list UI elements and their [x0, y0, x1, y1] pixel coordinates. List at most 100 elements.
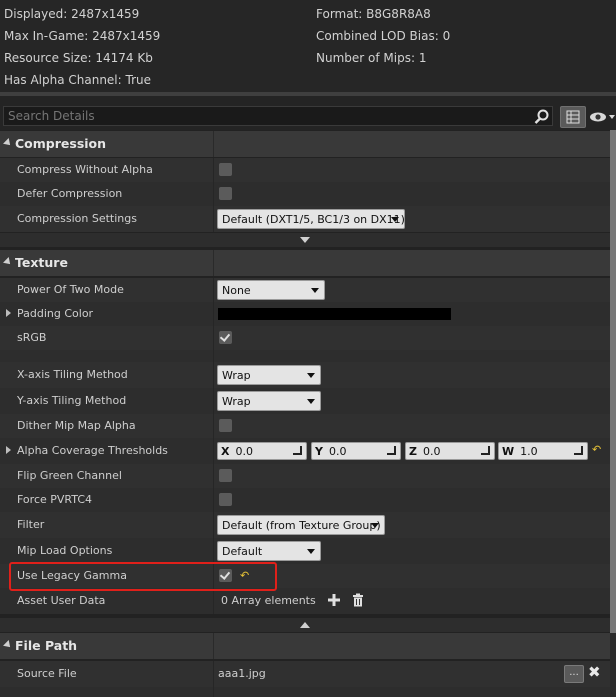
- search-details-input[interactable]: [3, 106, 553, 126]
- collapse-arrow-icon: [3, 257, 13, 267]
- property-label: sRGB: [17, 331, 47, 344]
- add-element-icon[interactable]: [327, 593, 341, 607]
- drag-handle-icon[interactable]: [387, 446, 396, 455]
- property-label: Flip Green Channel: [17, 469, 122, 482]
- srgb-checkbox[interactable]: [219, 331, 232, 344]
- property-row-spacer: [0, 350, 610, 362]
- field-value: 1.0: [520, 445, 538, 458]
- property-label: Compress Without Alpha: [17, 163, 153, 176]
- expand-arrow-icon[interactable]: [6, 446, 11, 454]
- dither-mip-checkbox[interactable]: [219, 419, 232, 432]
- category-compression[interactable]: Compression: [0, 131, 610, 157]
- property-row-x-tiling: X-axis Tiling Method Wrap: [0, 362, 610, 388]
- dropdown-value: Wrap: [222, 369, 251, 382]
- property-label: Compression Settings: [17, 212, 137, 225]
- chevron-down-icon: [391, 217, 399, 222]
- num-mips-info: Number of Mips: 1: [316, 51, 427, 65]
- details-panel: Compression Compress Without Alpha Defer…: [0, 130, 610, 697]
- category-title: Compression: [15, 136, 107, 151]
- expand-advanced-icon: [300, 237, 310, 243]
- field-value: 0.0: [328, 445, 347, 458]
- delete-all-icon[interactable]: [351, 593, 365, 607]
- property-label: X-axis Tiling Method: [17, 368, 128, 381]
- advanced-expander[interactable]: [0, 233, 610, 247]
- dropdown-value: Default (DXT1/5, BC1/3 on DX11): [222, 213, 405, 226]
- dropdown-value: Wrap: [222, 395, 251, 408]
- defer-compression-checkbox[interactable]: [219, 187, 232, 200]
- category-title: File Path: [15, 638, 78, 653]
- property-label: Source File: [17, 667, 77, 680]
- drag-handle-icon[interactable]: [293, 446, 302, 455]
- reset-to-default-icon[interactable]: ↶: [592, 443, 601, 456]
- y-tiling-dropdown[interactable]: Wrap: [217, 391, 321, 411]
- category-title: Texture: [15, 255, 68, 270]
- property-label: Dither Mip Map Alpha: [17, 419, 136, 432]
- property-label: Filter: [17, 518, 45, 531]
- format-info: Format: B8G8R8A8: [316, 7, 431, 21]
- panel-splitter[interactable]: [0, 92, 616, 96]
- property-row-srgb: sRGB: [0, 326, 610, 350]
- property-row-power-of-two: Power Of Two Mode None: [0, 278, 610, 302]
- search-icon[interactable]: [534, 109, 550, 125]
- view-options-eye-icon[interactable]: [589, 110, 615, 124]
- property-row-compression-settings: Compression Settings Default (DXT1/5, BC…: [0, 206, 610, 232]
- force-pvrtc4-checkbox[interactable]: [219, 493, 232, 506]
- property-label: Padding Color: [17, 307, 94, 320]
- dropdown-value: None: [222, 284, 251, 297]
- lod-bias-info: Combined LOD Bias: 0: [316, 29, 451, 43]
- vertical-scrollbar-thumb[interactable]: [610, 130, 616, 633]
- browse-file-button[interactable]: ...: [564, 665, 584, 683]
- collapse-arrow-icon: [3, 138, 13, 148]
- table-view-icon: [566, 110, 580, 124]
- property-matrix-button[interactable]: [560, 106, 586, 128]
- advanced-collapser[interactable]: [0, 618, 610, 632]
- collapse-arrow-icon: [3, 640, 13, 650]
- source-file-value: aaa1.jpg: [218, 667, 266, 680]
- property-row-y-tiling: Y-axis Tiling Method Wrap: [0, 388, 610, 414]
- chevron-down-icon: [307, 399, 315, 404]
- property-row-force-pvrtc4: Force PVRTC4: [0, 488, 610, 512]
- collapse-advanced-icon: [300, 622, 310, 628]
- has-alpha-channel: Has Alpha Channel: True: [4, 73, 151, 87]
- alpha-coverage-x-field[interactable]: X 0.0: [217, 442, 307, 460]
- flip-green-checkbox[interactable]: [219, 469, 232, 482]
- padding-color-swatch[interactable]: [218, 308, 451, 320]
- alpha-coverage-y-field[interactable]: Y 0.0: [311, 442, 401, 460]
- category-file-path[interactable]: File Path: [0, 633, 610, 659]
- property-label: Power Of Two Mode: [17, 283, 124, 296]
- category-texture[interactable]: Texture: [0, 250, 610, 276]
- mip-load-dropdown[interactable]: Default: [217, 541, 321, 561]
- alpha-coverage-z-field[interactable]: Z 0.0: [405, 442, 495, 460]
- alpha-coverage-w-field[interactable]: W 1.0: [498, 442, 588, 460]
- drag-handle-icon[interactable]: [481, 446, 490, 455]
- compress-without-alpha-checkbox[interactable]: [219, 163, 232, 176]
- property-row-padding-color: Padding Color: [0, 302, 610, 326]
- resource-size: Resource Size: 14174 Kb: [4, 51, 153, 65]
- property-label: Mip Load Options: [17, 544, 113, 557]
- property-row-dither-mip: Dither Mip Map Alpha: [0, 414, 610, 438]
- array-count: 0 Array elements: [221, 594, 316, 607]
- property-row-partial: [0, 687, 610, 697]
- displayed-size: Displayed: 2487x1459: [4, 7, 140, 21]
- chevron-down-icon: [311, 288, 319, 293]
- vertical-scrollbar-track[interactable]: [610, 633, 616, 697]
- axis-label: W: [502, 445, 515, 458]
- drag-handle-icon[interactable]: [574, 446, 583, 455]
- filter-dropdown[interactable]: Default (from Texture Group): [217, 515, 385, 535]
- highlight-box: [9, 562, 277, 591]
- property-label: Force PVRTC4: [17, 493, 93, 506]
- max-ingame-size: Max In-Game: 2487x1459: [4, 29, 161, 43]
- axis-label: X: [221, 445, 230, 458]
- property-row-mip-load: Mip Load Options Default: [0, 538, 610, 564]
- chevron-down-icon: [307, 373, 315, 378]
- property-label: Defer Compression: [17, 187, 123, 200]
- expand-arrow-icon[interactable]: [6, 309, 11, 317]
- x-tiling-dropdown[interactable]: Wrap: [217, 365, 321, 385]
- power-of-two-dropdown[interactable]: None: [217, 280, 325, 300]
- clear-file-icon[interactable]: ✖: [588, 663, 601, 681]
- dropdown-value: Default: [222, 545, 263, 558]
- dropdown-value: Default (from Texture Group): [222, 519, 381, 532]
- property-row-defer-compression: Defer Compression: [0, 182, 610, 206]
- field-value: 0.0: [422, 445, 441, 458]
- compression-settings-dropdown[interactable]: Default (DXT1/5, BC1/3 on DX11): [217, 209, 405, 229]
